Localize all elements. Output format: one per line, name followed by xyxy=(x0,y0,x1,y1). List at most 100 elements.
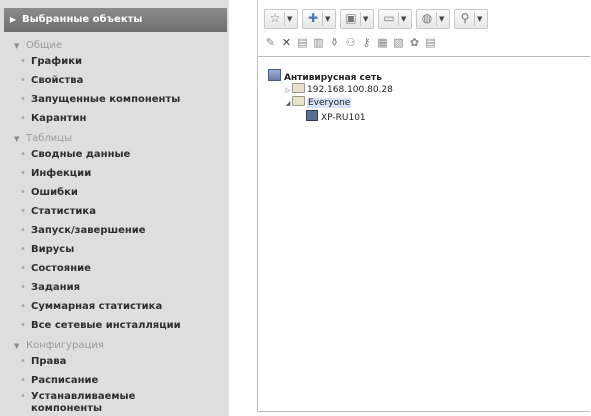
bullet-icon: • xyxy=(20,320,26,331)
sidebar-item-label: Карантин xyxy=(31,113,87,124)
tree-node-label: XP-RU101 xyxy=(321,113,366,123)
sidebar-item-label: Запуск/завершение xyxy=(31,225,146,236)
sidebar-item-schedule[interactable]: • Расписание xyxy=(20,375,98,387)
bullet-icon: • xyxy=(20,375,26,386)
dropdown-arrow-icon: ▼ xyxy=(401,15,407,23)
separator xyxy=(322,12,323,26)
sidebar-item-label: Графики xyxy=(31,56,83,67)
folder-button[interactable]: ▭ ▼ xyxy=(378,9,412,29)
bullet-icon: • xyxy=(20,263,26,274)
delete-icon[interactable]: ✕ xyxy=(280,36,293,49)
sidebar-item-properties[interactable]: • Свойства xyxy=(20,75,83,87)
sidebar-item-label: Все сетевые инсталляции xyxy=(31,320,181,331)
sidebar-item-network-installations[interactable]: • Все сетевые инсталляции xyxy=(20,320,181,332)
sidebar-item-label: Сводные данные xyxy=(31,149,131,160)
bullet-icon: • xyxy=(20,168,26,179)
toolbar-row-actions: ✎ ✕ ▤ ▥ ⚱ ⚇ ⚷ ▦ ▧ ✿ ▤ xyxy=(264,36,440,56)
remove-monitor-icon[interactable]: ▧ xyxy=(392,36,405,49)
computer-icon xyxy=(306,110,318,121)
sidebar-item-label: Устанавливаемые компоненты xyxy=(31,391,136,414)
selected-objects-title: Выбранные объекты xyxy=(22,14,143,25)
tree-node-label: 192.168.100.80.28 xyxy=(307,85,393,95)
search-icon: ⚲ xyxy=(460,11,470,25)
dropdown-arrow-icon: ▼ xyxy=(363,15,369,23)
sidebar-item-label: Задания xyxy=(31,282,81,293)
sidebar-item-total-statistics[interactable]: • Суммарная статистика xyxy=(20,301,162,313)
sidebar-item-tasks[interactable]: • Задания xyxy=(20,282,80,294)
add-button[interactable]: ✚ ▼ xyxy=(302,9,336,29)
sidebar-item-start-stop[interactable]: • Запуск/завершение xyxy=(20,225,146,237)
sidebar-item-statistics[interactable]: • Статистика xyxy=(20,206,96,218)
flower-icon[interactable]: ✿ xyxy=(408,36,421,49)
sidebar-item-label: Вирусы xyxy=(31,244,75,255)
separator xyxy=(436,12,437,26)
bullet-icon: • xyxy=(20,206,26,217)
paste-icon[interactable]: ▥ xyxy=(312,36,325,49)
sidebar-item-graphs[interactable]: • Графики xyxy=(20,56,82,68)
bullet-icon: • xyxy=(20,391,26,402)
section-configuration[interactable]: ▼ Конфигурация xyxy=(14,340,104,351)
bullet-icon: • xyxy=(20,75,26,86)
section-tables[interactable]: ▼ Таблицы xyxy=(14,133,72,144)
sidebar-item-label: Суммарная статистика xyxy=(31,301,163,312)
collapse-triangle-icon: ▼ xyxy=(14,342,20,350)
dropdown-arrow-icon: ▼ xyxy=(325,15,331,23)
network-icon xyxy=(268,69,281,81)
sidebar-item-viruses[interactable]: • Вирусы xyxy=(20,244,74,256)
sidebar-item-label: Расписание xyxy=(31,375,99,386)
dropdown-arrow-icon: ▼ xyxy=(287,15,293,23)
section-tables-label: Таблицы xyxy=(26,133,72,144)
shield-button[interactable]: ◍ ▼ xyxy=(416,9,450,29)
key-icon[interactable]: ⚷ xyxy=(360,36,373,49)
bullet-icon: • xyxy=(20,282,26,293)
favorites-button[interactable]: ☆ ▼ xyxy=(264,9,298,29)
search-button[interactable]: ⚲ ▼ xyxy=(454,9,488,29)
selected-objects-panel: ▶ Выбранные объекты ▼ Общие • Графики • Свой… xyxy=(0,0,229,416)
server-icon[interactable]: ▤ xyxy=(424,36,437,49)
sidebar-item-quarantine[interactable]: • Карантин xyxy=(20,113,86,125)
folder-icon: ▭ xyxy=(383,11,395,25)
selected-objects-header[interactable]: ▶ Выбранные объекты xyxy=(4,8,227,32)
section-general-label: Общие xyxy=(26,40,63,51)
tree-node-workstation[interactable]: XP-RU101 xyxy=(306,110,366,124)
sidebar-item-permissions[interactable]: • Права xyxy=(20,356,66,368)
network-tree-panel: ☆ ▼ ✚ ▼ ▣ ▼ ▭ ▼ ◍ ▼ ⚲ ▼ ✎ ✕ ▤ ▥ ⚱ ⚇ ⚷ ▦ ▧ ✿ ▤ Антивирусная се… xyxy=(257,0,591,416)
sidebar-item-label: Статистика xyxy=(31,206,96,217)
pencil-icon[interactable]: ✎ xyxy=(264,36,277,49)
dropdown-arrow-icon: ▼ xyxy=(439,15,445,23)
sidebar-item-errors[interactable]: • Ошибки xyxy=(20,187,78,199)
collapse-triangle-icon: ▼ xyxy=(14,135,20,143)
tree-root[interactable]: Антивирусная сеть xyxy=(268,69,382,84)
separator xyxy=(474,12,475,26)
sidebar-item-label: Права xyxy=(31,356,67,367)
sidebar-item-running-components[interactable]: • Запущенные компоненты xyxy=(20,94,180,106)
sidebar-item-label: Ошибки xyxy=(31,187,78,198)
separator xyxy=(284,12,285,26)
folder-icon xyxy=(292,96,305,106)
folder-icon xyxy=(292,83,305,93)
section-general[interactable]: ▼ Общие xyxy=(14,40,62,51)
cut-icon[interactable]: ▤ xyxy=(296,36,309,49)
sidebar-item-label: Инфекции xyxy=(31,168,92,179)
tree-node-ip[interactable]: ▷ 192.168.100.80.28 xyxy=(284,83,393,97)
sidebar-item-installable-components[interactable]: • Устанавливаемые компоненты xyxy=(20,391,215,415)
tree-node-everyone[interactable]: ◢ Everyone xyxy=(284,96,352,110)
tree-root-label: Антивирусная сеть xyxy=(284,73,382,83)
bullet-icon: • xyxy=(20,149,26,160)
filter-icon[interactable]: ⚱ xyxy=(328,36,341,49)
expand-arrow-icon: ▶ xyxy=(9,15,17,24)
user-search-icon[interactable]: ⚇ xyxy=(344,36,357,49)
collapse-icon[interactable]: ◢ xyxy=(284,98,292,110)
separator xyxy=(398,12,399,26)
toolbar: ☆ ▼ ✚ ▼ ▣ ▼ ▭ ▼ ◍ ▼ ⚲ ▼ ✎ ✕ ▤ ▥ ⚱ ⚇ ⚷ ▦ ▧ ✿ ▤ xyxy=(257,0,591,56)
shield-icon: ◍ xyxy=(421,11,433,25)
sidebar-item-summary[interactable]: • Сводные данные xyxy=(20,149,130,161)
properties-icon: ▣ xyxy=(345,11,357,25)
network-tree: Антивирусная сеть ▷ 192.168.100.80.28 ◢ Ev… xyxy=(257,56,590,412)
monitor-icon[interactable]: ▦ xyxy=(376,36,389,49)
properties-button[interactable]: ▣ ▼ xyxy=(340,9,374,29)
sidebar-item-state[interactable]: • Состояние xyxy=(20,263,91,275)
add-icon: ✚ xyxy=(307,11,319,25)
sidebar-item-infections[interactable]: • Инфекции xyxy=(20,168,91,180)
section-configuration-label: Конфигурация xyxy=(26,340,104,351)
